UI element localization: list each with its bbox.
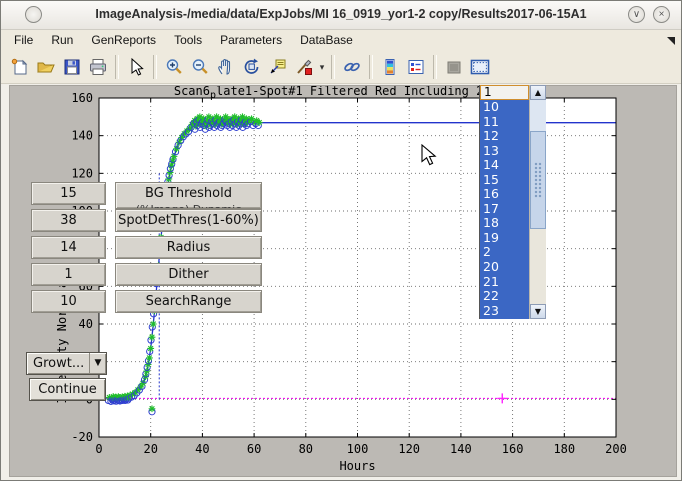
brush-dropdown-icon[interactable]: ▾	[317, 62, 327, 73]
toolbar-separator	[369, 55, 373, 79]
data-cursor-icon[interactable]	[265, 54, 291, 80]
zoom-out-icon[interactable]	[187, 54, 213, 80]
chevron-down-icon: ▼	[89, 353, 106, 374]
figure-window-icon[interactable]	[467, 54, 493, 80]
zoom-in-icon[interactable]	[161, 54, 187, 80]
searchrange-button[interactable]: SearchRange	[115, 290, 262, 313]
radius-button[interactable]: Radius	[115, 236, 262, 259]
brush-icon[interactable]	[291, 54, 317, 80]
svg-text:100: 100	[347, 442, 369, 456]
listbox-item[interactable]: 11	[480, 115, 530, 130]
svg-text:120: 120	[398, 442, 420, 456]
scroll-up-button[interactable]: ▲	[530, 85, 546, 100]
svg-text:-20: -20	[71, 430, 93, 444]
growth-curve-plot[interactable]: 020406080100120140160180200-200204060801…	[10, 86, 676, 476]
insert-colorbar-icon[interactable]	[377, 54, 403, 80]
bg-threshold-label: BG Threshold	[116, 183, 261, 204]
listbox-item[interactable]: 14	[480, 158, 530, 173]
menubar: File Run GenReports Tools Parameters Dat…	[1, 30, 681, 51]
listbox-selected-item[interactable]: 1	[480, 85, 529, 100]
link-plots-icon[interactable]	[339, 54, 365, 80]
save-icon[interactable]	[59, 54, 85, 80]
svg-text:40: 40	[195, 442, 209, 456]
plot-tools-off-icon[interactable]	[441, 54, 467, 80]
toolbar-separator	[433, 55, 437, 79]
listbox-item[interactable]: 10	[480, 100, 530, 115]
scrollbar-thumb[interactable]	[530, 131, 546, 229]
growth-mode-dropdown[interactable]: Growt... ▼	[26, 352, 107, 375]
open-file-icon[interactable]	[33, 54, 59, 80]
listbox-item[interactable]: 13	[480, 144, 530, 159]
svg-text:80: 80	[299, 442, 313, 456]
new-file-icon[interactable]	[7, 54, 33, 80]
continue-button[interactable]: Continue	[29, 378, 106, 401]
scroll-down-button[interactable]: ▼	[530, 304, 546, 319]
mouse-cursor	[421, 144, 439, 168]
shade-window-button[interactable]: ∨	[628, 6, 645, 23]
spotdetthres-button[interactable]: SpotDetThres(1-60%)	[115, 209, 262, 232]
toolbar-separator	[153, 55, 157, 79]
listbox-item[interactable]: 16	[480, 187, 530, 202]
pointer-icon[interactable]	[123, 54, 149, 80]
rotate-3d-icon[interactable]	[239, 54, 265, 80]
scrollbar-track[interactable]	[530, 100, 546, 131]
dither-button[interactable]: Dither	[115, 263, 262, 286]
toolbar-separator	[331, 55, 335, 79]
radius-field[interactable]: 14	[31, 236, 106, 259]
spot-number-listbox[interactable]: 1 10111213141516171819220212223 ▲ ▼	[479, 85, 546, 319]
listbox-scrollbar[interactable]: ▲ ▼	[529, 85, 546, 319]
x-axis-label: Hours	[339, 459, 375, 473]
listbox-item[interactable]: 21	[480, 275, 530, 290]
figure-canvas: 020406080100120140160180200-200204060801…	[9, 85, 677, 477]
svg-text:140: 140	[450, 442, 472, 456]
listbox-item[interactable]: 19	[480, 231, 530, 246]
bg-threshold-button[interactable]: BG Threshold (%Image) Dynamic	[115, 182, 262, 209]
svg-text:60: 60	[247, 442, 261, 456]
svg-text:200: 200	[605, 442, 627, 456]
svg-text:0: 0	[95, 442, 102, 456]
menu-tools[interactable]: Tools	[165, 30, 211, 51]
menubar-grip-icon	[667, 37, 675, 45]
listbox-item[interactable]: 15	[480, 173, 530, 188]
listbox-item[interactable]: 12	[480, 129, 530, 144]
listbox-item[interactable]: 18	[480, 216, 530, 231]
menu-parameters[interactable]: Parameters	[211, 30, 291, 51]
menu-genreports[interactable]: GenReports	[82, 30, 165, 51]
listbox-item[interactable]: 2	[480, 245, 530, 260]
listbox-item[interactable]: 22	[480, 289, 530, 304]
svg-text:160: 160	[502, 442, 524, 456]
listbox-item[interactable]: 17	[480, 202, 530, 217]
svg-text:120: 120	[71, 166, 93, 180]
toolbar: ▾	[1, 51, 681, 84]
listbox-item[interactable]: 23	[480, 304, 530, 319]
spotdetthres-field[interactable]: 38	[31, 209, 106, 232]
toolbar-separator	[115, 55, 119, 79]
svg-text:140: 140	[71, 129, 93, 143]
svg-text:160: 160	[71, 91, 93, 105]
insert-legend-icon[interactable]	[403, 54, 429, 80]
svg-text:180: 180	[553, 442, 575, 456]
svg-text:20: 20	[143, 442, 157, 456]
dither-field[interactable]: 1	[31, 263, 106, 286]
close-window-button[interactable]: ×	[653, 6, 670, 23]
titlebar: ImageAnalysis-/media/data/ExpJobs/MI 16_…	[1, 1, 681, 30]
menu-database[interactable]: DataBase	[291, 30, 362, 51]
print-icon[interactable]	[85, 54, 111, 80]
menu-file[interactable]: File	[5, 30, 42, 51]
window-title: ImageAnalysis-/media/data/ExpJobs/MI 16_…	[1, 7, 681, 21]
menu-run[interactable]: Run	[42, 30, 82, 51]
growth-dropdown-label: Growt...	[33, 356, 84, 371]
searchrange-field[interactable]: 10	[31, 290, 106, 313]
bg-threshold-field[interactable]: 15	[31, 182, 106, 205]
app-window: ImageAnalysis-/media/data/ExpJobs/MI 16_…	[0, 0, 682, 481]
pan-hand-icon[interactable]	[213, 54, 239, 80]
listbox-item[interactable]: 20	[480, 260, 530, 275]
svg-text:40: 40	[79, 317, 93, 331]
